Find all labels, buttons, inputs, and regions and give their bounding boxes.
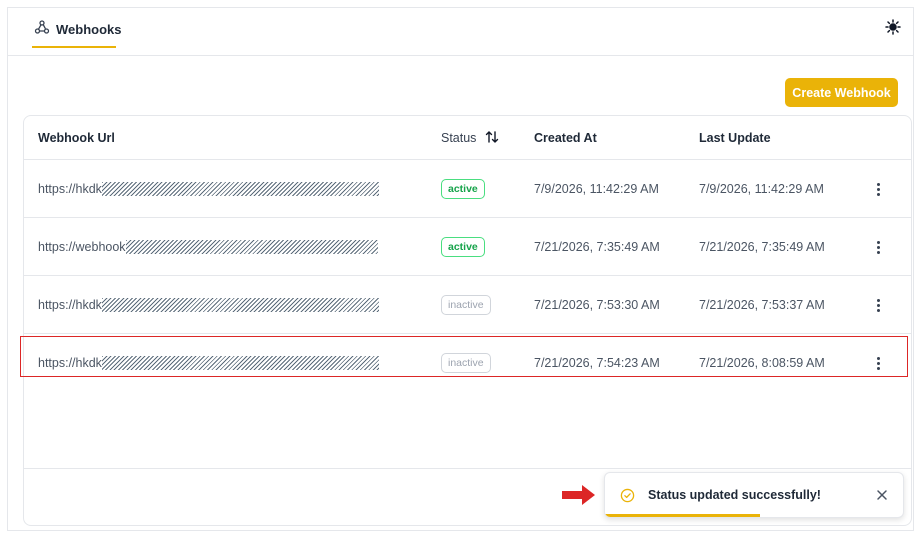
table-footer-divider (24, 468, 911, 469)
tab-bar: Webhooks (8, 8, 913, 56)
created-at-cell: 7/21/2026, 7:53:30 AM (534, 298, 660, 312)
sun-icon (885, 18, 901, 40)
redacted-url-segment (101, 182, 379, 196)
table-row[interactable]: https://hkdk inactive 7/21/2026, 7:53:30… (24, 276, 911, 334)
status-cell: active (441, 218, 485, 276)
column-header-created: Created At (534, 131, 597, 145)
column-header-updated: Last Update (699, 131, 771, 145)
tab-webhooks[interactable]: Webhooks (32, 8, 124, 50)
toast-progress-bar (605, 514, 760, 517)
webhook-url: https://webhook (38, 240, 126, 254)
table-row[interactable]: https://hkdk active 7/9/2026, 11:42:29 A… (24, 160, 911, 218)
webhook-url-cell: https://hkdk (38, 160, 379, 218)
last-update-cell: 7/21/2026, 7:35:49 AM (699, 240, 825, 254)
webhook-url-cell: https://webhook (38, 218, 378, 276)
arrow-right-icon (562, 484, 596, 511)
row-actions-cell (870, 218, 886, 276)
toast-message: Status updated successfully! (648, 488, 821, 502)
sort-icon (484, 129, 500, 148)
active-tab-indicator (32, 46, 116, 48)
tab-webhooks-label: Webhooks (56, 21, 122, 37)
webhooks-table: Webhook Url Status Created At Last Updat… (23, 115, 912, 526)
table-header: Webhook Url Status Created At Last Updat… (24, 116, 911, 160)
close-icon[interactable] (875, 488, 889, 502)
create-webhook-button[interactable]: Create Webhook (785, 78, 898, 107)
status-cell: active (441, 160, 485, 218)
last-update-cell: 7/21/2026, 7:53:37 AM (699, 298, 825, 312)
row-actions-cell (870, 276, 886, 334)
more-vertical-icon[interactable] (870, 295, 886, 315)
webhook-url: https://hkdk (38, 298, 102, 312)
column-header-url: Webhook Url (38, 131, 115, 145)
webhook-url-cell: https://hkdk (38, 276, 379, 334)
row-highlight-annotation (20, 336, 908, 377)
theme-toggle-button[interactable] (883, 18, 903, 40)
more-vertical-icon[interactable] (870, 237, 886, 257)
redacted-url-segment (101, 298, 379, 312)
status-badge[interactable]: inactive (441, 295, 491, 315)
status-badge[interactable]: active (441, 179, 485, 199)
created-at-cell: 7/9/2026, 11:42:29 AM (534, 182, 659, 196)
row-actions-cell (870, 160, 886, 218)
last-update-cell: 7/9/2026, 11:42:29 AM (699, 182, 824, 196)
toast-notification: Status updated successfully! (604, 472, 904, 518)
created-at-cell: 7/21/2026, 7:35:49 AM (534, 240, 660, 254)
status-cell: inactive (441, 276, 491, 334)
redacted-url-segment (125, 240, 378, 254)
status-badge[interactable]: active (441, 237, 485, 257)
table-row[interactable]: https://webhook active 7/21/2026, 7:35:4… (24, 218, 911, 276)
webhook-icon (34, 19, 50, 40)
status-header-label: Status (441, 131, 477, 145)
more-vertical-icon[interactable] (870, 179, 886, 199)
app-frame: Webhooks Create Webhook Webhook Url Stat… (7, 7, 914, 531)
check-circle-icon (620, 488, 635, 508)
webhook-url: https://hkdk (38, 182, 102, 196)
column-header-status[interactable]: Status (441, 116, 500, 160)
